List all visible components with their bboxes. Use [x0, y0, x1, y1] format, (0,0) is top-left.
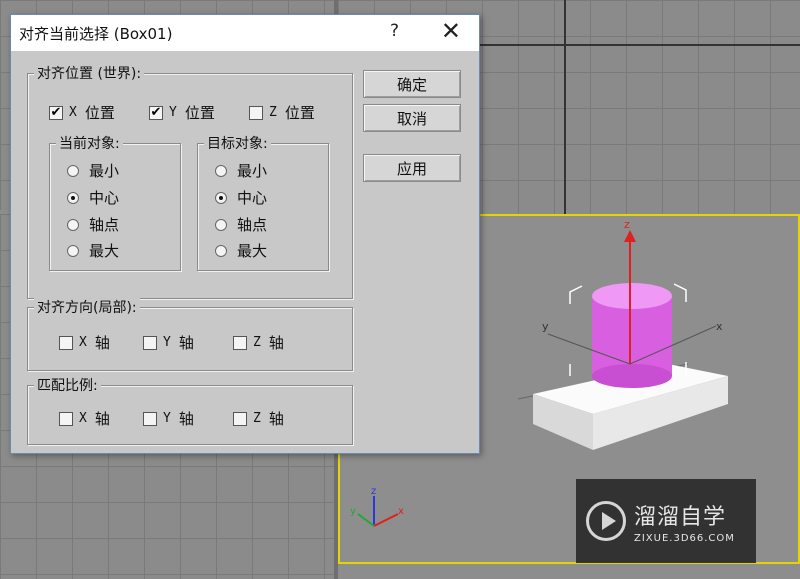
x-position-label: 位置: [84, 104, 115, 122]
orient-y-check-box[interactable]: [143, 335, 157, 350]
play-logo-icon: [586, 501, 626, 541]
orient-z-label: 轴: [268, 334, 284, 352]
gizmo-y-label: y: [542, 320, 549, 333]
x-position-checkbox[interactable]: ✔ X 位置: [49, 102, 115, 123]
gizmo-x-label: x: [716, 320, 723, 333]
orient-y-axis: Y: [163, 335, 171, 350]
current-pivot-radio[interactable]: 轴点: [67, 214, 119, 235]
tripod-x-axis: [373, 513, 399, 527]
tripod-y-label: y: [350, 506, 356, 517]
tripod-x-label: x: [398, 506, 404, 517]
gizmo-z-arrow: [624, 230, 636, 242]
scale-y-label: 轴: [178, 410, 194, 428]
target-max-radio[interactable]: 最大: [215, 240, 267, 261]
orient-z-checkbox[interactable]: Z 轴: [233, 332, 284, 353]
radio-dot[interactable]: [67, 218, 79, 231]
target-pivot-radio[interactable]: 轴点: [215, 214, 267, 235]
gizmo-z-label: z: [624, 218, 630, 231]
current-max-label: 最大: [89, 242, 120, 260]
grid-axis-line: [564, 0, 566, 214]
target-object-legend: 目标对象:: [204, 133, 271, 153]
y-position-label: 位置: [184, 104, 215, 122]
target-max-label: 最大: [237, 242, 268, 260]
scale-z-axis: Z: [253, 411, 261, 426]
scale-x-check-box[interactable]: [59, 411, 73, 426]
align-position-legend: 对齐位置 (世界):: [34, 63, 145, 83]
orient-x-check-box[interactable]: [59, 335, 73, 350]
scale-z-check-box[interactable]: [233, 411, 247, 426]
current-object-legend: 当前对象:: [56, 133, 123, 153]
cancel-button[interactable]: 取消: [363, 104, 461, 132]
target-center-radio[interactable]: 中心: [215, 187, 267, 208]
orient-y-label: 轴: [178, 334, 194, 352]
z-position-label: 位置: [284, 104, 315, 122]
radio-dot[interactable]: [215, 244, 227, 257]
cylinder-top: [592, 283, 672, 309]
scale-y-check-box[interactable]: [143, 411, 157, 426]
scale-z-label: 轴: [268, 410, 284, 428]
dialog-titlebar[interactable]: 对齐当前选择 (Box01) ? ✕: [11, 15, 479, 51]
orient-x-checkbox[interactable]: X 轴: [59, 332, 110, 353]
tripod-y-axis: [357, 513, 375, 527]
cylinder-bottom: [592, 364, 672, 388]
ok-button[interactable]: 确定: [363, 70, 461, 98]
target-pivot-label: 轴点: [237, 216, 268, 234]
orient-z-axis: Z: [253, 335, 261, 350]
orient-x-axis: X: [79, 335, 87, 350]
scale-y-checkbox[interactable]: Y 轴: [143, 408, 194, 429]
radio-dot-selected[interactable]: [67, 191, 79, 204]
scale-z-checkbox[interactable]: Z 轴: [233, 408, 284, 429]
watermark-main: 溜溜自学: [634, 504, 727, 530]
radio-dot[interactable]: [67, 244, 79, 257]
z-position-check-box[interactable]: [249, 105, 263, 120]
watermark-sub: ZIXUE.3D66.COM: [634, 532, 735, 544]
target-min-radio[interactable]: 最小: [215, 160, 267, 181]
apply-button[interactable]: 应用: [363, 154, 461, 182]
close-icon[interactable]: ✕: [441, 17, 461, 45]
current-center-radio[interactable]: 中心: [67, 187, 119, 208]
current-min-label: 最小: [89, 162, 120, 180]
align-selection-dialog: 对齐当前选择 (Box01) ? ✕ 对齐位置 (世界): ✔ X 位置 ✔ Y…: [10, 14, 480, 454]
tripod-z-label: z: [371, 486, 376, 497]
scale-y-axis: Y: [163, 411, 171, 426]
dialog-title: 对齐当前选择 (Box01): [19, 24, 173, 43]
scale-x-checkbox[interactable]: X 轴: [59, 408, 110, 429]
radio-dot[interactable]: [67, 164, 79, 177]
orient-x-label: 轴: [94, 334, 110, 352]
radio-dot-selected[interactable]: [215, 191, 227, 204]
align-orientation-legend: 对齐方向(局部):: [34, 297, 140, 317]
current-min-radio[interactable]: 最小: [67, 160, 119, 181]
watermark: 溜溜自学 ZIXUE.3D66.COM: [576, 479, 756, 563]
radio-dot[interactable]: [215, 218, 227, 231]
current-center-label: 中心: [89, 189, 120, 207]
z-position-axis: Z: [269, 105, 277, 120]
y-position-checkbox[interactable]: ✔ Y 位置: [149, 102, 215, 123]
scale-x-label: 轴: [94, 410, 110, 428]
scale-x-axis: X: [79, 411, 87, 426]
x-position-axis: X: [69, 105, 77, 120]
z-position-checkbox[interactable]: Z 位置: [249, 102, 315, 123]
radio-dot[interactable]: [215, 164, 227, 177]
y-position-axis: Y: [169, 105, 177, 120]
orient-y-checkbox[interactable]: Y 轴: [143, 332, 194, 353]
current-max-radio[interactable]: 最大: [67, 240, 119, 261]
x-position-check-box[interactable]: ✔: [49, 105, 63, 120]
target-min-label: 最小: [237, 162, 268, 180]
match-scale-legend: 匹配比例:: [34, 375, 101, 395]
help-icon[interactable]: ?: [390, 21, 399, 41]
target-center-label: 中心: [237, 189, 268, 207]
y-position-check-box[interactable]: ✔: [149, 105, 163, 120]
orient-z-check-box[interactable]: [233, 335, 247, 350]
current-pivot-label: 轴点: [89, 216, 120, 234]
